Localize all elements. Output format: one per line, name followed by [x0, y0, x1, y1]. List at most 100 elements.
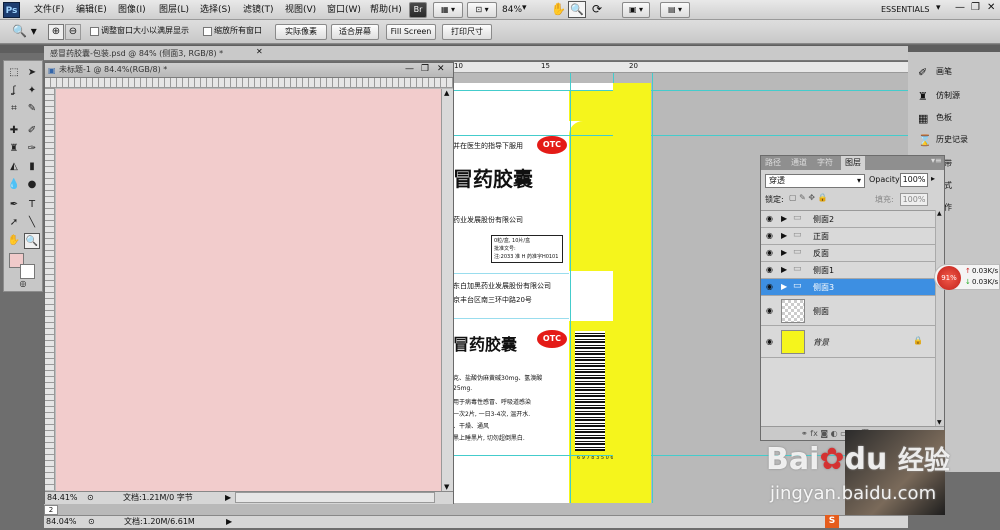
arrange-docs-button[interactable]: ▤ ▾	[660, 2, 690, 18]
history-brush-icon[interactable]: ✑	[24, 141, 40, 157]
untitled-canvas[interactable]	[56, 89, 441, 491]
history-icon[interactable]: ⌛	[918, 134, 932, 147]
fit-screen-button[interactable]: 适合屏幕	[331, 24, 379, 40]
mask-icon[interactable]: ◙	[820, 429, 828, 438]
tab-layers[interactable]: 图层	[841, 156, 865, 170]
scroll-down-icon[interactable]: ▼	[937, 419, 942, 426]
clone-stamp-icon[interactable]: ♜	[6, 141, 22, 157]
input-method-icon[interactable]: S	[825, 515, 839, 528]
actual-pixels-button[interactable]: 实际像素	[275, 24, 327, 40]
scroll-up-icon[interactable]: ▲	[444, 89, 449, 97]
workspace-label[interactable]: ESSENTIALS	[881, 3, 930, 17]
layer-row[interactable]: ◉ ▶ ▭ 正面	[761, 228, 935, 245]
expand-arrow-icon[interactable]: ▶	[781, 231, 787, 240]
menu-image[interactable]: 图像(I)	[118, 3, 146, 17]
eyedropper-icon[interactable]: ✎	[24, 101, 40, 117]
fx-icon[interactable]: fx	[810, 429, 818, 438]
zoom-tool-icon[interactable]: 🔍	[568, 1, 586, 18]
window-maximize-icon[interactable]: ❐	[421, 64, 429, 74]
clone-source-icon[interactable]: ♜	[918, 90, 928, 103]
expand-arrow-icon[interactable]: ▶	[781, 248, 787, 257]
untitled-vertical-scrollbar[interactable]: ▲ ▼	[441, 89, 453, 491]
eye-icon[interactable]: ◉	[764, 282, 775, 292]
adjustment-icon[interactable]: ◐	[831, 429, 838, 438]
status-menu-icon[interactable]: ⊙	[88, 516, 95, 528]
layer-row[interactable]: ◉ ▶ ▭ 反面	[761, 245, 935, 262]
untitled-title-bar[interactable]: 未标题-1 @ 84.4%(RGB/8) *	[45, 63, 453, 78]
layer-row[interactable]: ◉ 侧面	[761, 296, 935, 326]
menu-window[interactable]: 窗口(W)	[327, 3, 361, 17]
swatches-icon[interactable]: ▦	[918, 112, 928, 125]
menu-view[interactable]: 视图(V)	[285, 3, 316, 17]
workspace-dropdown-icon[interactable]: ▾	[936, 3, 941, 13]
layer-row[interactable]: ◉ 背景 🔒	[761, 326, 935, 358]
lock-icons[interactable]: ▢ ✎ ✥ 🔒	[789, 193, 828, 202]
arrange-button[interactable]: ⊡ ▾	[467, 2, 497, 18]
eye-icon[interactable]: ◉	[764, 306, 775, 316]
eraser-icon[interactable]: ◭	[6, 159, 22, 175]
print-size-button[interactable]: 打印尺寸	[442, 24, 492, 40]
bridge-button[interactable]: Br	[409, 2, 427, 18]
horizontal-scrollbar[interactable]	[235, 492, 435, 503]
healing-brush-icon[interactable]: ✚	[6, 123, 22, 139]
layer-row[interactable]: ◉ ▶ ▭ 侧面1	[761, 262, 935, 279]
status-arrow-icon[interactable]: ▶	[225, 492, 231, 504]
view-extras-button[interactable]: ▦ ▾	[433, 2, 463, 18]
network-speed-widget[interactable]: 91% ↑ 0.03K/s ↓ 0.03K/s	[934, 264, 1000, 290]
fill-screen-button[interactable]: Fill Screen	[386, 24, 436, 40]
tab-paths[interactable]: 路径	[765, 157, 781, 168]
hand-tool-icon[interactable]: ✋	[551, 2, 566, 16]
opacity-input[interactable]: 100%	[900, 173, 928, 187]
layer-row-selected[interactable]: ◉ ▶ ▭ 侧面3	[761, 279, 935, 296]
minimize-icon[interactable]: —	[955, 2, 965, 13]
marquee-tool-icon[interactable]: ⬚	[6, 65, 22, 81]
eye-icon[interactable]: ◉	[764, 265, 775, 275]
window-minimize-icon[interactable]: —	[405, 64, 414, 74]
dodge-tool-icon[interactable]: ●	[24, 177, 40, 193]
zoom-preset-icon[interactable]: 🔍 ▾	[12, 24, 37, 38]
pen-tool-icon[interactable]: ✒	[6, 197, 22, 213]
zoom-dropdown-icon[interactable]: ▾	[522, 3, 527, 13]
blur-tool-icon[interactable]: 💧	[6, 177, 22, 193]
path-selection-icon[interactable]: ➚	[6, 215, 22, 231]
layers-scrollbar[interactable]: ▲ ▼	[935, 210, 944, 426]
crop-tool-icon[interactable]: ⌗	[6, 101, 22, 117]
menu-help[interactable]: 帮助(H)	[370, 3, 402, 17]
rotate-view-icon[interactable]: ⟳	[592, 2, 602, 16]
menu-select[interactable]: 选择(S)	[200, 3, 231, 17]
menu-filter[interactable]: 滤镜(T)	[243, 3, 274, 17]
tab-character[interactable]: 字符	[817, 157, 833, 168]
restore-icon[interactable]: ❐	[971, 2, 980, 13]
menu-edit[interactable]: 编辑(E)	[76, 3, 107, 17]
menu-file[interactable]: 文件(F)	[34, 3, 64, 17]
expand-arrow-icon[interactable]: ▶	[781, 265, 787, 274]
brush-panel-icon[interactable]: ✐	[918, 66, 927, 79]
eye-icon[interactable]: ◉	[764, 248, 775, 258]
eye-icon[interactable]: ◉	[764, 231, 775, 241]
eye-icon[interactable]: ◉	[764, 337, 775, 347]
fill-input[interactable]: 100%	[900, 193, 928, 206]
zoom-tool-side-icon[interactable]: 🔍	[24, 233, 40, 249]
main-doc-close-icon[interactable]: ✕	[256, 47, 263, 56]
close-icon[interactable]: ✕	[987, 2, 995, 13]
expand-arrow-icon[interactable]: ▶	[781, 214, 787, 223]
screen-mode-button[interactable]: ▣ ▾	[622, 2, 650, 18]
lasso-tool-icon[interactable]: ʆ	[6, 83, 22, 99]
gradient-icon[interactable]: ▮	[24, 159, 40, 175]
shape-tool-icon[interactable]: ╲	[24, 215, 40, 231]
blend-mode-select[interactable]: 穿透 ▾	[765, 174, 865, 188]
zoom-all-checkbox[interactable]	[203, 27, 212, 36]
tab-channels[interactable]: 通道	[791, 157, 807, 168]
move-tool-icon[interactable]: ➤	[24, 65, 40, 81]
type-tool-icon[interactable]: T	[24, 197, 40, 213]
quick-mask-icon[interactable]: ◎	[16, 279, 30, 289]
magic-wand-icon[interactable]: ✦	[24, 83, 40, 99]
zoom-out-icon[interactable]: ⊖	[65, 24, 81, 40]
hand-tool-side-icon[interactable]: ✋	[6, 233, 22, 249]
layer-row[interactable]: ◉ ▶ ▭ 侧面2	[761, 211, 935, 228]
untitled-zoom-value[interactable]: 84.41%	[47, 492, 78, 504]
opacity-arrow-icon[interactable]: ▸	[931, 174, 935, 183]
expand-arrow-icon[interactable]: ▶	[781, 282, 787, 291]
main-doc-tab[interactable]: 感冒药胶囊-包装.psd @ 84% (侧面3, RGB/8) * ✕	[44, 46, 908, 61]
link-layers-icon[interactable]: ⚭	[801, 429, 808, 438]
